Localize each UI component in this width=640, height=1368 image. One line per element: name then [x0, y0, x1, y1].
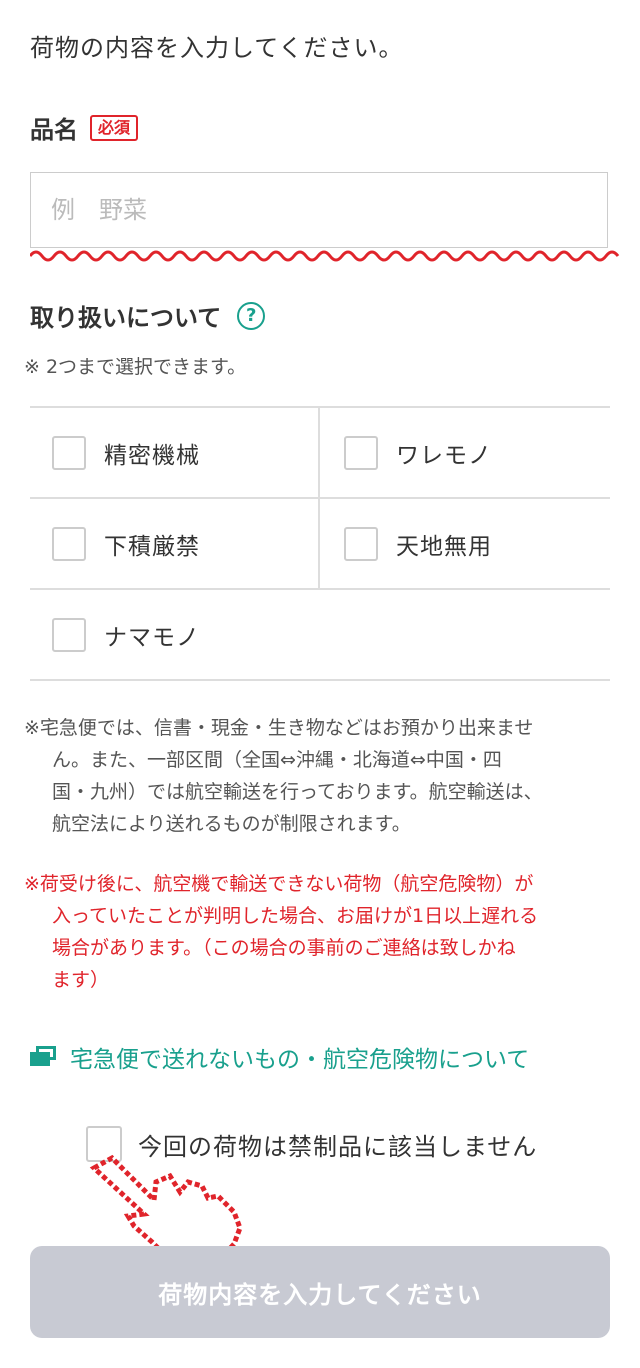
- notice-line: ※宅急便では、信書・現金・生き物などはお預かり出来ませ: [24, 717, 534, 739]
- option-do-not-stack[interactable]: 下積厳禁: [30, 499, 318, 588]
- notice-line: ん。また、一部区間（全国⇔沖縄・北海道⇔中国・四: [52, 749, 502, 771]
- question-circle-icon[interactable]: ?: [237, 301, 266, 330]
- option-precision-machinery[interactable]: 精密機械: [30, 408, 318, 497]
- option-label: 精密機械: [104, 442, 200, 469]
- checkbox[interactable]: [52, 617, 86, 652]
- option-fragile[interactable]: ワレモノ: [318, 408, 610, 497]
- checkbox[interactable]: [344, 435, 378, 470]
- item-name-label-row: 品名 必須: [30, 110, 139, 145]
- warning-line: 場合があります。（この場合の事前のご連絡は致しかね: [52, 937, 516, 959]
- submit-button[interactable]: 荷物内容を入力してください: [30, 1246, 610, 1338]
- option-label: ナマモノ: [104, 624, 200, 651]
- page-intro: 荷物の内容を入力してください。: [30, 34, 404, 62]
- grid-row: 精密機械 ワレモノ: [30, 406, 610, 497]
- grid-row: ナマモノ: [30, 588, 610, 681]
- warning-line: ます）: [52, 969, 110, 991]
- notice-line: 航空法により送れるものが制限されます。: [52, 813, 411, 835]
- air-hazard-warning: ※荷受け後に、航空機で輸送できない荷物（航空危険物）が 入っていたことが判明した…: [24, 868, 614, 996]
- warning-line: ※荷受け後に、航空機で輸送できない荷物（航空危険物）が: [24, 873, 534, 895]
- item-name-input[interactable]: [30, 172, 608, 248]
- prohibited-items-link[interactable]: 宅急便で送れないもの・航空危険物について: [30, 1040, 529, 1074]
- item-name-label: 品名: [30, 116, 78, 144]
- notice-line: 国・九州）では航空輸送を行っております。航空輸送は、: [52, 781, 543, 803]
- handling-note: ※ 2つまで選択できます。: [24, 356, 247, 378]
- grid-row: 下積厳禁 天地無用: [30, 497, 610, 588]
- option-perishable[interactable]: ナマモノ: [30, 590, 320, 679]
- link-label[interactable]: 宅急便で送れないもの・航空危険物について: [70, 1040, 529, 1074]
- shipping-notice: ※宅急便では、信書・現金・生き物などはお預かり出来ませ ん。また、一部区間（全国…: [24, 712, 614, 840]
- option-this-side-up[interactable]: 天地無用: [318, 499, 610, 588]
- external-window-icon: [30, 1046, 58, 1068]
- option-label: ワレモノ: [396, 442, 492, 469]
- required-badge: 必須: [90, 114, 139, 141]
- handling-options-grid: 精密機械 ワレモノ 下積厳禁 天地無用 ナマモノ: [30, 406, 610, 681]
- checkbox[interactable]: [344, 526, 378, 561]
- handling-title-row: 取り扱いについて ?: [30, 298, 266, 333]
- option-label: 下積厳禁: [104, 533, 200, 560]
- checkbox[interactable]: [52, 435, 86, 470]
- option-label: 天地無用: [396, 533, 492, 560]
- checkbox[interactable]: [52, 526, 86, 561]
- handling-title: 取り扱いについて: [30, 304, 222, 332]
- error-wave-underline: [30, 250, 620, 262]
- warning-line: 入っていたことが判明した場合、お届けが1日以上遅れる: [52, 905, 539, 927]
